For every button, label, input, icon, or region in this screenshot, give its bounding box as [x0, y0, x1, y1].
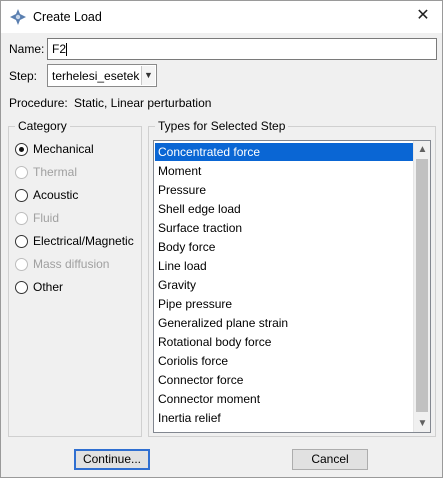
list-item[interactable]: Gravity — [155, 276, 414, 294]
category-option[interactable]: Acoustic — [15, 186, 78, 204]
category-option: Mass diffusion — [15, 255, 109, 273]
continue-button[interactable]: Continue... — [74, 449, 150, 470]
name-input-value: F2 — [52, 42, 67, 56]
radio-button[interactable] — [15, 188, 28, 202]
radio-button[interactable] — [15, 280, 28, 294]
list-item[interactable]: Rotational body force — [155, 333, 414, 351]
cancel-button[interactable]: Cancel — [292, 449, 368, 470]
step-select-value: terhelesi_esetek — [52, 69, 140, 83]
category-option-label: Electrical/Magnetic — [33, 234, 134, 248]
listbox-scrollbar[interactable]: ▲ ▼ — [413, 141, 430, 432]
procedure-label: Procedure: — [9, 96, 68, 110]
list-item[interactable]: Generalized plane strain — [155, 314, 414, 332]
step-select[interactable]: terhelesi_esetek ▼ — [47, 64, 157, 87]
category-option-label: Mechanical — [33, 142, 94, 156]
radio-button[interactable] — [15, 142, 28, 156]
list-item[interactable]: Coriolis force — [155, 352, 414, 370]
list-item[interactable]: Pressure — [155, 181, 414, 199]
radio-button — [15, 211, 28, 225]
types-title: Types for Selected Step — [155, 119, 289, 133]
chevron-down-icon[interactable]: ▼ — [141, 66, 155, 85]
category-option: Fluid — [15, 209, 59, 227]
abaqus-app-icon — [10, 9, 26, 25]
name-input[interactable]: F2 — [47, 38, 437, 60]
category-option-label: Other — [33, 280, 64, 294]
types-listbox[interactable]: Concentrated force Moment Pressure Shell ed… — [153, 140, 431, 433]
list-item[interactable]: Body force — [155, 238, 414, 256]
chevron-down-icon[interactable]: ▼ — [414, 415, 430, 432]
category-option[interactable]: Other — [15, 278, 63, 296]
category-title: Category — [15, 119, 70, 133]
list-item[interactable]: Concentrated force — [155, 143, 414, 161]
scrollbar-thumb[interactable] — [416, 159, 428, 412]
close-icon[interactable]: ✕ — [412, 5, 434, 27]
step-label: Step: — [9, 69, 38, 83]
list-item[interactable]: Connector moment — [155, 390, 414, 408]
radio-button — [15, 165, 28, 179]
category-option-label: Acoustic — [33, 188, 79, 202]
radio-button — [15, 257, 28, 271]
list-item[interactable]: Surface traction — [155, 219, 414, 237]
procedure-value: Static, Linear perturbation — [74, 96, 212, 110]
create-load-dialog: Create Load ✕ Name: F2 Step: terhelesi_e… — [0, 0, 443, 478]
category-option[interactable]: Electrical/Magnetic — [15, 232, 134, 250]
category-option: Thermal — [15, 163, 77, 181]
name-label: Name: — [9, 42, 45, 56]
category-option-label: Fluid — [33, 211, 60, 225]
radio-button[interactable] — [15, 234, 28, 248]
list-item[interactable]: Shell edge load — [155, 200, 414, 218]
list-item[interactable]: Line load — [155, 257, 414, 275]
list-item[interactable]: Connector force — [155, 371, 414, 389]
list-item[interactable]: Moment — [155, 162, 414, 180]
window-title: Create Load — [33, 10, 102, 24]
title-bar: Create Load ✕ — [1, 1, 442, 33]
text-caret — [66, 43, 68, 57]
list-item[interactable]: Inertia relief — [155, 409, 414, 427]
category-option[interactable]: Mechanical — [15, 140, 94, 158]
category-option-label: Mass diffusion — [33, 257, 110, 271]
list-item[interactable]: Pipe pressure — [155, 295, 414, 313]
category-option-label: Thermal — [33, 165, 78, 179]
chevron-up-icon[interactable]: ▲ — [414, 141, 430, 158]
